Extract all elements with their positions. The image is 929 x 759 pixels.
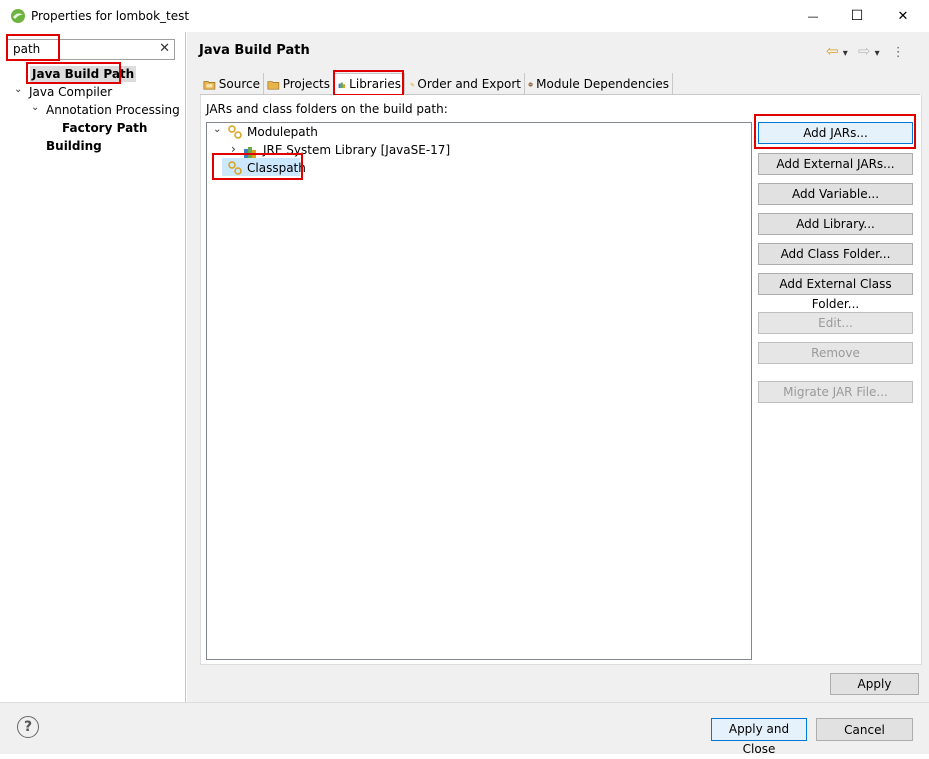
add-external-class-folder-button[interactable]: Add External Class Folder... (758, 273, 913, 311)
nav-item-factory-path[interactable]: Factory Path (62, 120, 147, 136)
nav-item-annotation-processing[interactable]: Annotation Processing (46, 102, 180, 118)
apply-button[interactable]: Apply (830, 673, 919, 695)
tab-label: Projects (282, 77, 330, 91)
nav-item-building[interactable]: Building (46, 138, 102, 154)
nav-item-java-compiler[interactable]: Java Compiler (29, 84, 112, 100)
source-folder-icon (203, 80, 216, 90)
close-icon: ✕ (897, 8, 909, 24)
tree-item-modulepath[interactable]: Modulepath (247, 124, 318, 140)
add-class-folder-button[interactable]: Add Class Folder... (758, 243, 913, 265)
libraries-icon (338, 82, 346, 88)
edit-button[interactable]: Edit... (758, 312, 913, 334)
page-title: Java Build Path (199, 43, 310, 58)
tab-module-dependencies[interactable]: M Module Dependencies (525, 73, 673, 95)
tab-libraries[interactable]: Libraries (334, 73, 405, 95)
maximize-icon: ☐ (850, 8, 864, 24)
migrate-jar-file-button[interactable]: Migrate JAR File... (758, 381, 913, 403)
chevron-down-icon[interactable]: ▾ (843, 48, 848, 59)
filter-input[interactable]: path ✕ (7, 39, 175, 60)
nav-item-java-build-path[interactable]: Java Build Path (30, 66, 137, 82)
add-jars-button[interactable]: Add JARs... (758, 122, 913, 144)
chevron-down-icon[interactable]: ⌄ (213, 124, 221, 135)
close-button[interactable]: ✕ (888, 4, 918, 28)
tab-label: Order and Export (417, 77, 521, 91)
tab-label: Module Dependencies (536, 77, 669, 91)
apply-and-close-button[interactable]: Apply and Close (711, 718, 807, 756)
module-dependencies-icon: M (528, 81, 533, 87)
back-arrow-icon[interactable]: ⇦ (826, 42, 839, 60)
tab-label: Libraries (349, 77, 401, 91)
minimize-icon: — (807, 9, 819, 23)
clear-filter-icon[interactable]: ✕ (159, 41, 170, 56)
section-label: JARs and class folders on the build path… (206, 102, 448, 116)
chevron-down-icon[interactable]: ⌄ (14, 84, 22, 95)
projects-icon (267, 80, 280, 89)
tab-order-and-export[interactable]: Order and Export (407, 73, 525, 95)
page-navigation: ⇦ ▾ ⇨ ▾ ⋮ (826, 42, 905, 60)
tree-item-jre-system-library[interactable]: JRE System Library [JavaSE-17] (263, 142, 450, 158)
view-menu-icon[interactable]: ⋮ (892, 45, 905, 60)
classpath-icon (228, 161, 242, 175)
forward-arrow-icon[interactable]: ⇨ (858, 42, 871, 60)
modulepath-icon (228, 125, 242, 139)
minimize-button[interactable]: — (798, 4, 828, 28)
tree-item-classpath[interactable]: Classpath (247, 160, 306, 176)
order-export-icon (410, 82, 415, 86)
remove-button[interactable]: Remove (758, 342, 913, 364)
title-bar: Properties for lombok_test — ☐ ✕ (0, 0, 929, 32)
help-glyph: ? (23, 719, 33, 735)
library-icon (244, 147, 256, 158)
add-variable-button[interactable]: Add Variable... (758, 183, 913, 205)
cancel-button[interactable]: Cancel (816, 718, 913, 741)
chevron-down-icon[interactable]: ▾ (875, 48, 880, 59)
eclipse-app-icon (11, 9, 25, 23)
add-external-jars-button[interactable]: Add External JARs... (758, 153, 913, 175)
tab-source[interactable]: Source (200, 73, 264, 95)
tab-label: Source (218, 77, 260, 91)
chevron-down-icon[interactable]: ⌄ (31, 102, 39, 113)
add-library-button[interactable]: Add Library... (758, 213, 913, 235)
build-path-tree[interactable] (206, 122, 752, 660)
window-title: Properties for lombok_test (31, 9, 190, 23)
tab-projects[interactable]: Projects (264, 73, 334, 95)
help-icon[interactable]: ? (17, 716, 39, 738)
maximize-button[interactable]: ☐ (842, 4, 872, 28)
filter-value: path (13, 42, 41, 56)
tab-bar: Source Projects Libraries Order and Expo… (200, 73, 920, 95)
chevron-right-icon[interactable]: › (231, 142, 236, 156)
